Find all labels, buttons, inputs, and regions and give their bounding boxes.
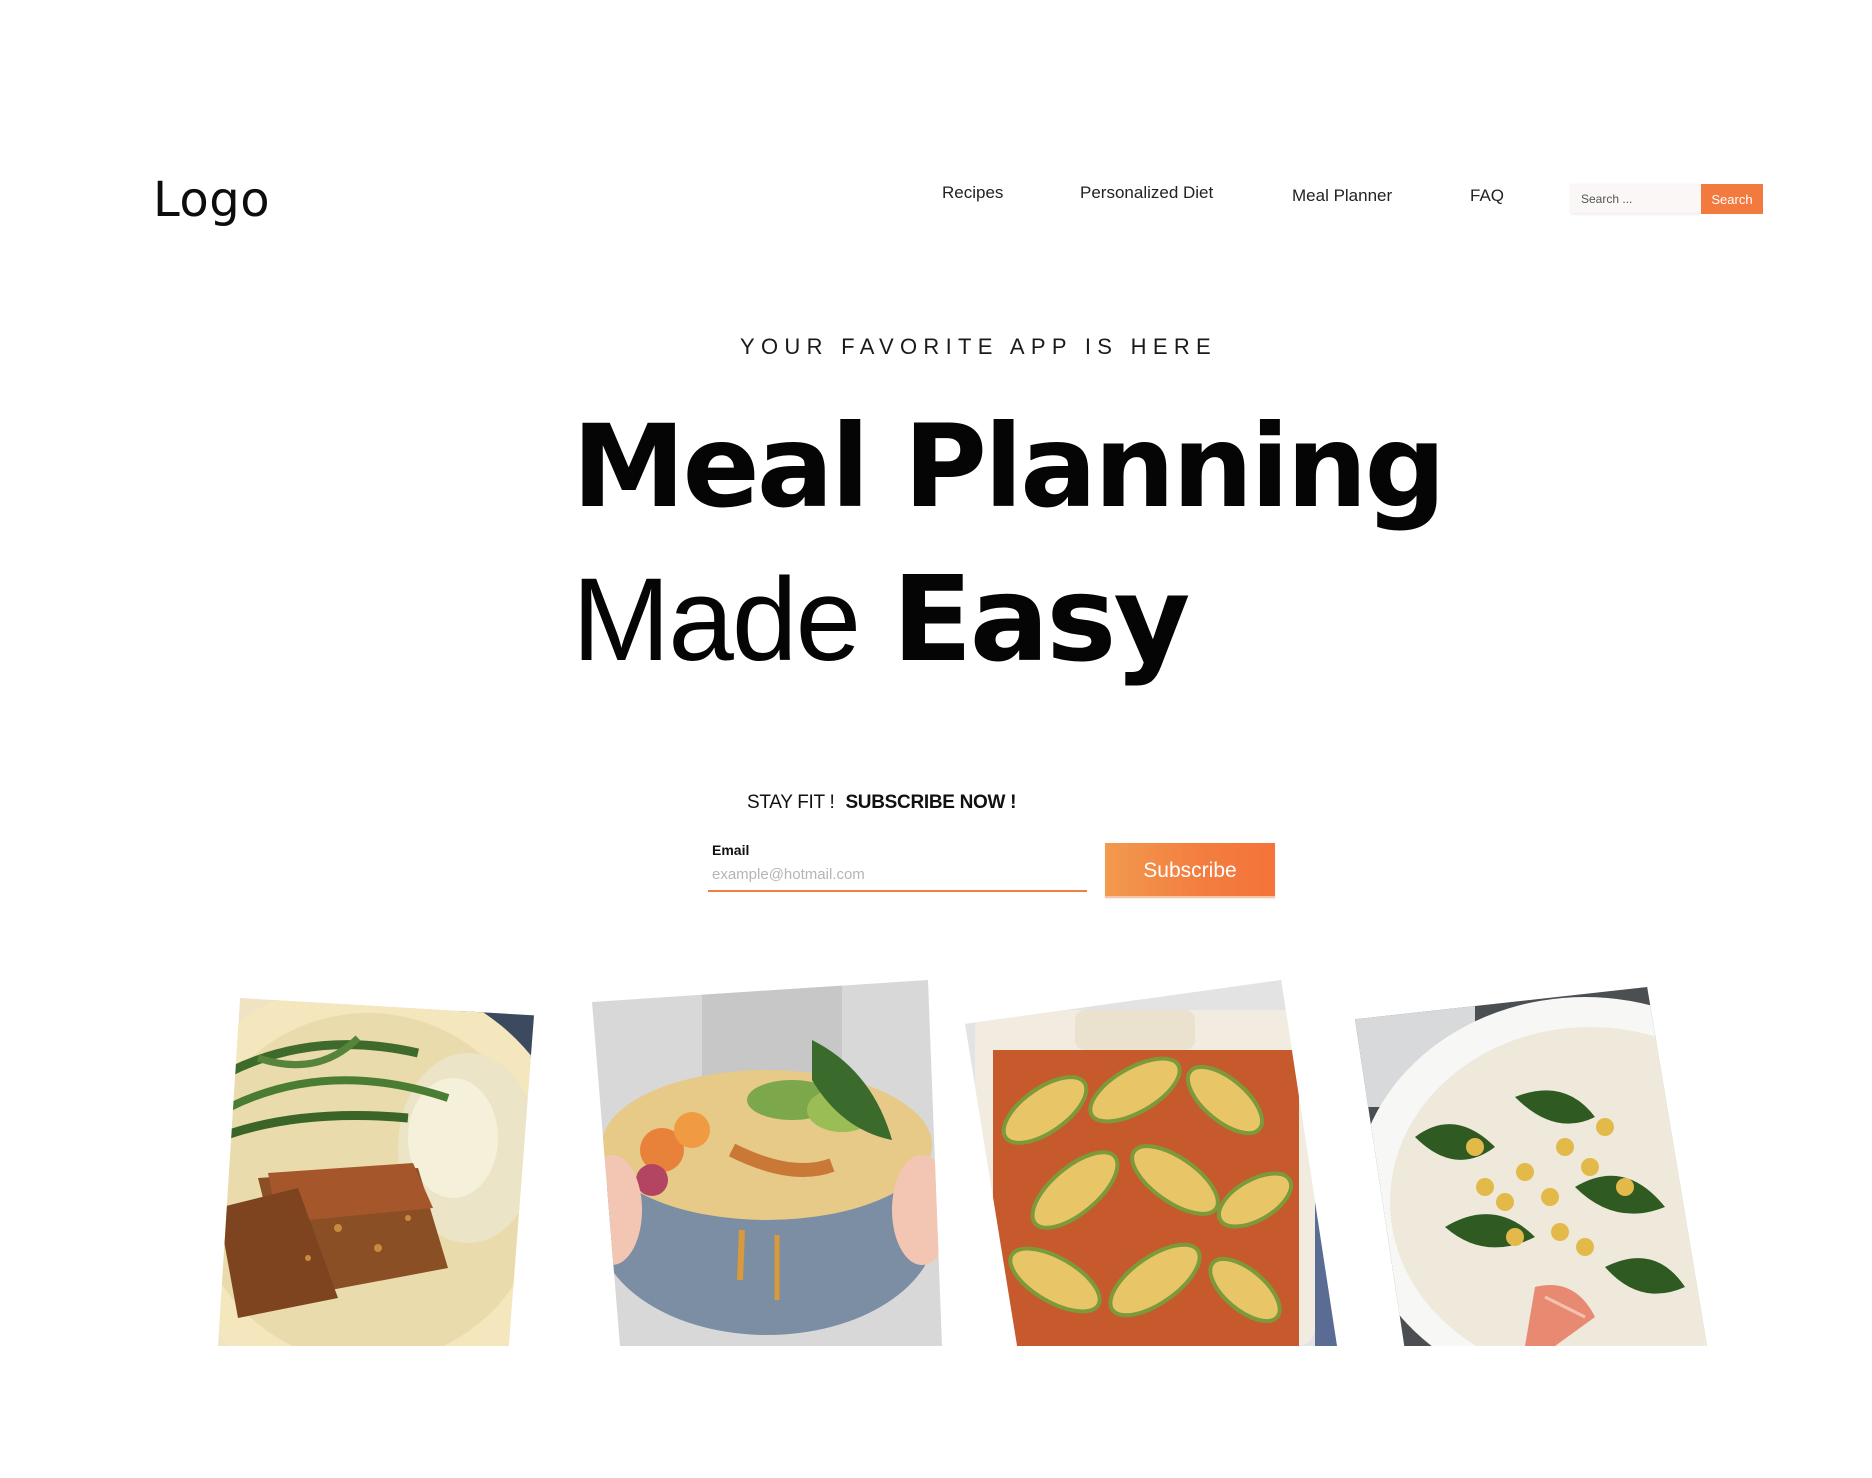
nav-link-recipes[interactable]: Recipes	[942, 183, 1003, 203]
hero-headline-line2: Made Easy	[572, 560, 1190, 679]
email-label: Email	[712, 842, 750, 858]
landing-page: Logo Recipes Personalized Diet Meal Plan…	[0, 0, 1872, 1478]
grain-bowl-illustration	[592, 980, 942, 1346]
chickpea-spinach-salmon-image[interactable]	[1355, 987, 1707, 1346]
search-button[interactable]: Search	[1701, 184, 1763, 214]
hero-headline-line1: Meal Planning	[572, 400, 1446, 533]
subscribe-button[interactable]: Subscribe	[1105, 843, 1275, 898]
search-input[interactable]	[1571, 184, 1701, 213]
meatloaf-plate-image[interactable]	[218, 998, 534, 1346]
subscribe-tagline: STAY FIT ! SUBSCRIBE NOW !	[747, 792, 1016, 814]
nav-link-meal-planner[interactable]: Meal Planner	[1292, 186, 1392, 206]
nav-link-faq[interactable]: FAQ	[1470, 186, 1504, 206]
zucchini-lasagna-image[interactable]	[965, 980, 1337, 1346]
hero-headline-easy: Easy	[891, 550, 1190, 688]
logo[interactable]: Logo	[153, 172, 270, 228]
subscribe-tagline-light: STAY FIT !	[747, 792, 835, 813]
subscribe-tagline-bold: SUBSCRIBE NOW !	[845, 792, 1017, 813]
chickpea-spinach-salmon-illustration	[1355, 987, 1707, 1346]
nav-link-personalized-diet[interactable]: Personalized Diet	[1080, 183, 1213, 203]
grain-bowl-image[interactable]	[592, 980, 942, 1346]
zucchini-lasagna-illustration	[965, 980, 1337, 1346]
hero-eyebrow: YOUR FAVORITE APP IS HERE	[740, 334, 1217, 359]
hero-headline-made: Made	[572, 554, 861, 686]
email-field[interactable]	[708, 858, 1087, 892]
meatloaf-plate-illustration	[218, 998, 534, 1346]
